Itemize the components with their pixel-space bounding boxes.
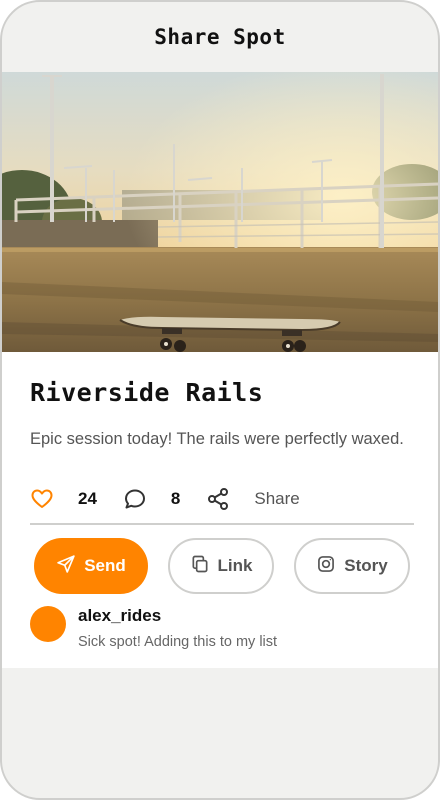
- skatepark-photo-image: [2, 72, 438, 352]
- divider: [30, 523, 414, 525]
- copy-icon: [190, 554, 210, 579]
- comment-item: alex_rides Sick spot! Adding this to my …: [30, 604, 420, 656]
- comment-username[interactable]: alex_rides: [78, 606, 161, 626]
- story-button[interactable]: Story: [294, 538, 410, 594]
- heart-icon[interactable]: [30, 487, 54, 511]
- share-actions: Send Link Story: [34, 538, 412, 594]
- comment-count: 8: [170, 489, 181, 508]
- spot-photo[interactable]: [2, 72, 438, 352]
- paper-plane-icon: [56, 554, 76, 579]
- share-link[interactable]: Share: [254, 489, 299, 509]
- like-count: 24: [78, 489, 97, 508]
- link-button[interactable]: Link: [168, 538, 274, 594]
- screen-title: Share Spot: [154, 25, 286, 49]
- spot-title: Riverside Rails: [30, 378, 264, 407]
- instagram-icon: [316, 554, 336, 579]
- share-nodes-icon[interactable]: [206, 487, 230, 511]
- avatar[interactable]: [30, 606, 66, 642]
- comment-bubble-icon[interactable]: [123, 487, 147, 511]
- stats-bar: 24 8 Share: [30, 486, 414, 512]
- send-label: Send: [84, 556, 126, 575]
- comment-text: Sick spot! Adding this to my list: [78, 634, 278, 650]
- story-label: Story: [344, 556, 388, 575]
- top-bar: Share Spot: [2, 2, 438, 72]
- send-button[interactable]: Send: [34, 538, 148, 594]
- link-label: Link: [217, 556, 253, 575]
- spot-card: Riverside Rails Epic session today! The …: [2, 72, 438, 668]
- spot-description: Epic session today! The rails were perfe…: [30, 430, 404, 448]
- phone-frame: Share Spot Riverside Rails Epic session …: [0, 0, 440, 800]
